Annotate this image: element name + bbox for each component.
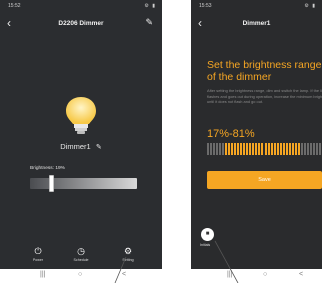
home-button[interactable]: ○	[78, 271, 82, 278]
recent-apps-button[interactable]: |||	[40, 271, 45, 278]
range-tick	[313, 143, 315, 155]
range-tick	[213, 143, 215, 155]
save-button[interactable]: Save	[207, 171, 322, 189]
range-tick	[307, 143, 309, 155]
page-title: Dimmer1	[242, 20, 271, 27]
initial-label: Initials	[200, 243, 211, 247]
range-tick	[228, 143, 230, 155]
range-tick	[316, 143, 318, 155]
reset-icon: ■	[205, 231, 210, 237]
device-name-row: Dimmer1 ✎	[0, 142, 162, 151]
device-name: Dimmer1	[60, 142, 91, 151]
range-tick	[277, 143, 279, 155]
range-tick	[237, 143, 239, 155]
brightness-slider[interactable]	[30, 175, 137, 192]
brightness-range-screen: 15:53 ⚙ ▮ ‹ Dimmer1 Set the brightness r…	[191, 0, 322, 283]
range-tick	[283, 143, 285, 155]
brightness-slider-handle[interactable]	[49, 175, 54, 192]
range-tick	[210, 143, 212, 155]
tab-schedule-label: Schedule	[73, 258, 89, 262]
range-tick	[274, 143, 276, 155]
range-tick	[240, 143, 242, 155]
app-header: ‹ Dimmer1	[191, 14, 322, 32]
home-button[interactable]: ○	[263, 271, 267, 278]
range-tick	[252, 143, 254, 155]
range-tick	[216, 143, 218, 155]
range-tick	[292, 143, 294, 155]
rename-icon[interactable]: ✎	[96, 144, 102, 151]
range-value: 17%-81%	[207, 128, 255, 140]
status-icons: ⚙ ▮	[304, 3, 316, 9]
range-tick	[225, 143, 227, 155]
range-tick	[286, 143, 288, 155]
range-tick	[207, 143, 209, 155]
range-tick	[301, 143, 303, 155]
status-bar: 15:52 ⚙ ▮	[0, 0, 162, 12]
tab-power-label: Power	[32, 258, 44, 262]
range-tick	[271, 143, 273, 155]
status-time: 15:53	[199, 3, 212, 9]
range-tick	[265, 143, 267, 155]
range-tick	[261, 143, 263, 155]
dimmer-main-screen: 15:52 ⚙ ▮ ‹ D2206 Dimmer ✎ Dimmer1 ✎ Bri…	[0, 0, 162, 283]
range-tick	[243, 143, 245, 155]
range-tick	[219, 143, 221, 155]
tab-schedule[interactable]: ◷ Schedule	[61, 246, 101, 262]
range-tick	[222, 143, 224, 155]
range-selector[interactable]	[207, 143, 322, 155]
range-description: After setting the brightness range, dim …	[207, 88, 322, 105]
status-icons: ⚙ ▮	[144, 3, 156, 9]
range-tick	[258, 143, 260, 155]
system-nav-bar: ||| ○ <	[0, 269, 162, 283]
power-icon: ⏻	[34, 246, 42, 256]
tab-power[interactable]: ⏻ Power	[18, 246, 58, 262]
range-tick	[319, 143, 321, 155]
tab-setting-label: Setting	[122, 258, 134, 262]
range-tick	[310, 143, 312, 155]
recent-apps-button[interactable]: |||	[227, 271, 232, 278]
initial-button[interactable]: ■	[201, 228, 214, 241]
status-time: 15:52	[8, 3, 21, 9]
edit-icon[interactable]: ✎	[145, 17, 153, 28]
range-tick	[268, 143, 270, 155]
clock-icon: ◷	[77, 246, 85, 256]
back-button[interactable]: <	[299, 271, 303, 278]
app-header: ‹ D2206 Dimmer ✎	[0, 14, 162, 32]
range-tick	[295, 143, 297, 155]
range-tick	[255, 143, 257, 155]
gear-icon: ⚙	[123, 246, 133, 256]
range-tick	[289, 143, 291, 155]
tab-setting[interactable]: ⚙ Setting	[108, 246, 148, 262]
range-tick	[304, 143, 306, 155]
status-bar: 15:53 ⚙ ▮	[191, 0, 322, 12]
system-nav-bar: ||| ○ <	[191, 269, 322, 283]
range-tick	[234, 143, 236, 155]
back-button[interactable]: <	[122, 271, 126, 278]
range-tick	[280, 143, 282, 155]
range-tick	[249, 143, 251, 155]
range-tick	[231, 143, 233, 155]
range-tick	[298, 143, 300, 155]
range-headline: Set the brightness range of the dimmer	[207, 59, 322, 83]
brightness-label: Brightness: 19%	[30, 166, 65, 171]
page-title: D2206 Dimmer	[58, 20, 104, 27]
range-tick	[246, 143, 248, 155]
lightbulb-icon[interactable]	[64, 95, 98, 137]
